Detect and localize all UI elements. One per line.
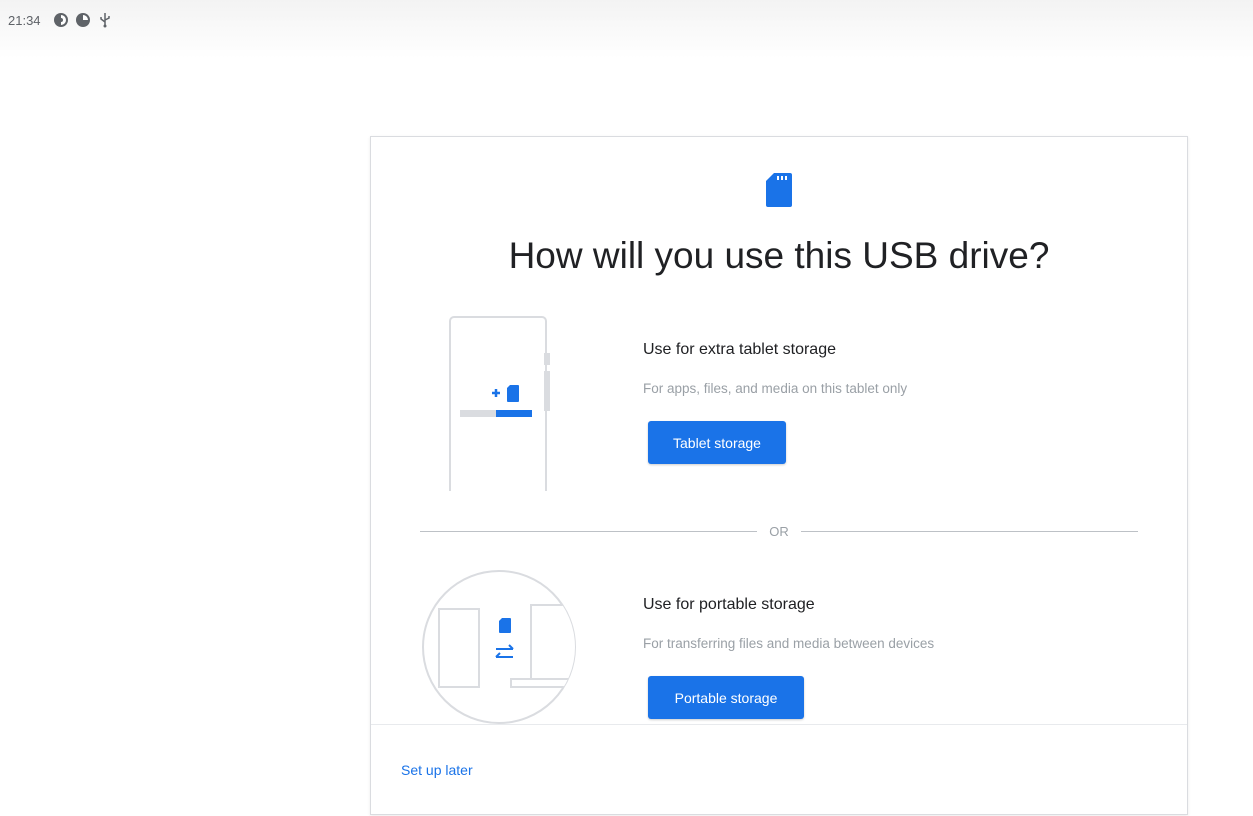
tablet-storage-description: For apps, files, and media on this table…: [643, 381, 908, 396]
status-bar: 21:34: [0, 0, 1253, 58]
sd-card-icon: [766, 173, 792, 207]
tablet-storage-title: Use for extra tablet storage: [643, 341, 836, 358]
portable-storage-button[interactable]: Portable storage: [648, 676, 804, 719]
tablet-storage-button[interactable]: Tablet storage: [648, 421, 786, 464]
usb-icon: [97, 12, 113, 28]
tablet-storage-illustration: [446, 315, 556, 491]
dialog-title: How will you use this USB drive?: [508, 235, 1050, 276]
divider-right: [801, 531, 1138, 532]
notification-icon: [75, 12, 91, 28]
or-divider-text: OR: [769, 524, 789, 539]
usb-setup-dialog: How will you use this USB drive? Use for…: [370, 136, 1188, 815]
portable-storage-description: For transferring files and media between…: [643, 636, 935, 651]
portable-storage-illustration: [421, 569, 577, 725]
dialog-footer: Set up later: [371, 724, 1187, 814]
divider-left: [420, 531, 757, 532]
notification-icon: [53, 12, 69, 28]
portable-storage-title: Use for portable storage: [643, 596, 815, 613]
status-time: 21:34: [8, 13, 41, 28]
set-up-later-link[interactable]: Set up later: [401, 762, 473, 778]
